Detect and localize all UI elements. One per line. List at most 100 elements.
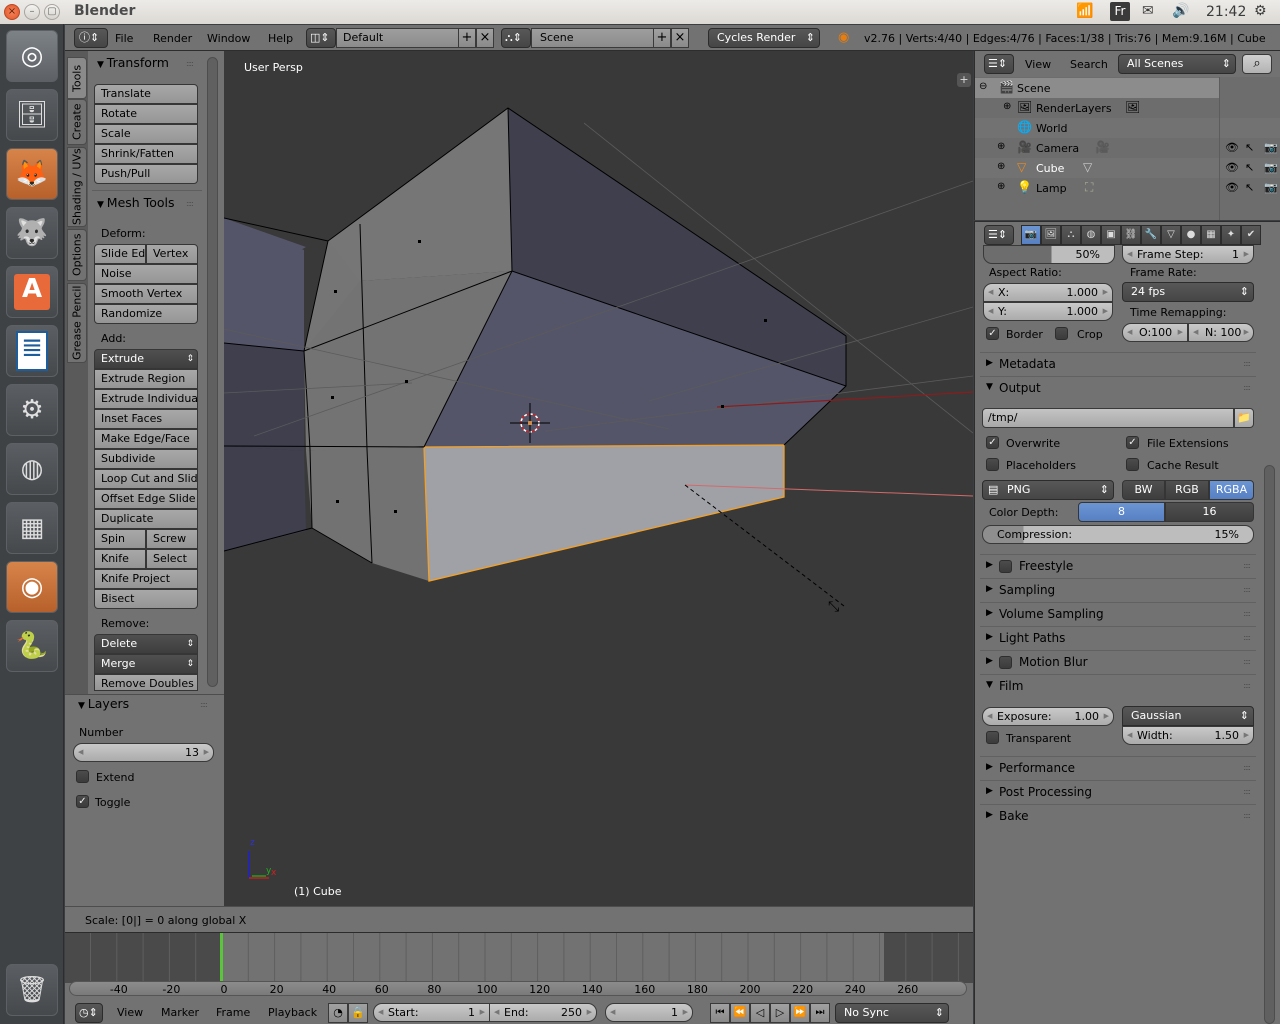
frame-step-field[interactable]: ◀ Frame Step: 1 ▶ <box>1122 245 1254 264</box>
end-frame-field[interactable]: ◀ End: 250 ▶ <box>489 1003 597 1022</box>
outliner-item-label[interactable]: Lamp <box>1036 182 1067 195</box>
extrude-region-button[interactable]: Extrude Region <box>94 369 198 389</box>
outliner-item-label[interactable]: World <box>1036 122 1068 135</box>
exposure-field[interactable]: ◀ Exposure: 1.00 ▶ <box>982 707 1114 726</box>
film-panel-header[interactable]: ▼ Film:::: <box>980 674 1256 698</box>
decrement-arrow-icon[interactable]: ◀ <box>987 708 992 725</box>
launcher-ubuntu-dash[interactable]: ◎ <box>6 30 58 82</box>
panel-drag-grip-icon[interactable]: :::: <box>1243 787 1251 796</box>
freestyle-checkbox[interactable] <box>999 560 1012 573</box>
frame-rate-dropdown[interactable]: 24 fps ⇕ <box>1122 282 1254 302</box>
resolution-percentage-field[interactable]: 50% <box>983 245 1115 264</box>
freestyle-panel-header[interactable]: ▶ Freestyle:::: <box>980 554 1256 578</box>
wifi-icon[interactable]: 📶 <box>1076 3 1093 19</box>
sampling-panel-header[interactable]: ▶ Sampling:::: <box>980 578 1256 602</box>
outliner-item-label[interactable]: RenderLayers <box>1036 102 1112 115</box>
panel-drag-grip-icon[interactable]: :::: <box>1243 763 1251 772</box>
current-frame-indicator[interactable] <box>220 933 223 983</box>
layer-number-field[interactable]: ◀ 13 ▶ <box>73 743 214 762</box>
render-engine-dropdown[interactable]: Cycles Render ⇕ <box>708 28 820 48</box>
outliner-item-label[interactable]: Scene <box>1017 82 1051 95</box>
loop-cut-slide-button[interactable]: Loop Cut and Slide <box>94 469 198 489</box>
file-format-dropdown[interactable]: ▤ PNG ⇕ <box>982 480 1114 500</box>
properties-tab-constraints-icon[interactable]: ⛓ <box>1121 225 1141 245</box>
tab-shading-uvs[interactable]: Shading / UVs <box>67 147 87 227</box>
layers-panel-header[interactable]: ▼ Layers <box>78 696 129 711</box>
viewport-canvas[interactable]: ⤡ <box>224 51 973 906</box>
timeline-menu-marker[interactable]: Marker <box>161 1006 199 1019</box>
increment-arrow-icon[interactable]: ▶ <box>480 1004 485 1021</box>
selectable-cursor-icon[interactable]: ↖ <box>1245 141 1254 154</box>
jump-to-start-button[interactable]: ⏮ <box>710 1003 730 1023</box>
lock-icon[interactable]: 🔒 <box>348 1003 368 1023</box>
decrement-arrow-icon[interactable]: ◀ <box>1127 246 1132 263</box>
mail-icon[interactable]: ✉ <box>1142 3 1154 19</box>
mesh-tools-panel-header[interactable]: ▼ Mesh Tools <box>97 195 174 210</box>
extrude-dropdown[interactable]: Extrude ⇕ <box>94 349 198 369</box>
transform-panel-header[interactable]: ▼ Transform <box>97 55 169 70</box>
launcher-disk[interactable]: ◍ <box>6 443 58 495</box>
tab-create[interactable]: Create <box>67 99 87 145</box>
push-pull-button[interactable]: Push/Pull <box>94 164 198 184</box>
launcher-writer[interactable]: ≣ <box>6 325 58 377</box>
light-paths-panel-header[interactable]: ▶ Light Paths:::: <box>980 626 1256 650</box>
menu-render[interactable]: Render <box>153 32 192 45</box>
panel-drag-grip-icon[interactable]: :::: <box>1243 609 1251 618</box>
delete-screen-button[interactable]: × <box>476 28 494 48</box>
timeline-editor[interactable]: -40 -20 0 20 40 60 80 100 120 140 160 180 200 220 240 2… <box>63 932 973 1024</box>
browse-folder-icon[interactable]: 📁 <box>1234 408 1254 428</box>
duplicate-button[interactable]: Duplicate <box>94 509 198 529</box>
panel-drag-grip-icon[interactable]: :::: <box>1243 561 1251 570</box>
start-frame-field[interactable]: ◀ Start: 1 ▶ <box>373 1003 490 1022</box>
renderable-camera-icon[interactable]: 📷 <box>1264 161 1278 174</box>
menu-file[interactable]: File <box>115 32 133 45</box>
color-depth-16-button[interactable]: 16 <box>1165 502 1254 522</box>
timeline-menu-view[interactable]: View <box>117 1006 143 1019</box>
outliner-search-icon[interactable]: ⌕ <box>1242 54 1272 74</box>
jump-to-keyframe-back-button[interactable]: ⏪ <box>730 1003 750 1023</box>
smooth-vertex-button[interactable]: Smooth Vertex <box>94 284 198 304</box>
remove-doubles-button[interactable]: Remove Doubles <box>94 674 198 691</box>
panel-drag-grip-icon[interactable]: :::: <box>186 59 194 68</box>
properties-tab-texture-icon[interactable]: ▦ <box>1201 225 1221 245</box>
visibility-eye-icon[interactable]: 👁 <box>1225 141 1239 154</box>
decrement-arrow-icon[interactable]: ◀ <box>1127 727 1132 744</box>
visibility-eye-icon[interactable]: 👁 <box>1225 181 1239 194</box>
outliner-editor-type[interactable]: ☰⇕ <box>984 54 1014 74</box>
launcher-calculator[interactable]: ▦ <box>6 502 58 554</box>
3d-viewport[interactable]: ⤡ User Persp z y x (1) Cube + <box>224 51 973 906</box>
time-remap-old-field[interactable]: ◀ O:100 ▶ <box>1122 323 1188 342</box>
rotate-button[interactable]: Rotate <box>94 104 198 124</box>
outliner-display-mode-dropdown[interactable]: All Scenes ⇕ <box>1118 54 1236 74</box>
delete-scene-button[interactable]: × <box>671 28 689 48</box>
motion-blur-panel-header[interactable]: ▶ Motion Blur:::: <box>980 650 1256 674</box>
scene-browse[interactable]: ⛬⇕ <box>501 28 531 48</box>
renderable-camera-icon[interactable]: 📷 <box>1264 141 1278 154</box>
panel-drag-grip-icon[interactable]: :::: <box>200 700 208 709</box>
properties-tab-world-icon[interactable]: ◍ <box>1081 225 1101 245</box>
auto-keyframe-icon[interactable]: ◔ <box>328 1003 348 1023</box>
aspect-y-field[interactable]: ◀ Y: 1.000 ▶ <box>983 302 1113 321</box>
increment-arrow-icon[interactable]: ▶ <box>1103 284 1108 301</box>
noise-button[interactable]: Noise <box>94 264 198 284</box>
launcher-blender[interactable]: ◉ <box>6 561 58 613</box>
increment-arrow-icon[interactable]: ▶ <box>1104 708 1109 725</box>
overwrite-checkbox[interactable]: ✓ <box>986 436 999 449</box>
pixel-filter-dropdown[interactable]: Gaussian ⇕ <box>1122 706 1254 726</box>
add-scene-button[interactable]: + <box>653 28 671 48</box>
timeline-track[interactable] <box>63 933 973 983</box>
launcher-software-center[interactable]: A <box>6 266 58 318</box>
volume-icon[interactable]: 🔊 <box>1172 3 1189 19</box>
outliner-row-camera[interactable]: ⊕ 🎥 Camera 🎥 👁 ↖ 📷 <box>975 138 1280 158</box>
increment-arrow-icon[interactable]: ▶ <box>1244 246 1249 263</box>
properties-tab-object-icon[interactable]: ▣ <box>1101 225 1121 245</box>
extrude-individual-button[interactable]: Extrude Individual <box>94 389 198 409</box>
properties-scrollbar[interactable] <box>1264 465 1275 1024</box>
increment-arrow-icon[interactable]: ▶ <box>1244 727 1249 744</box>
decrement-arrow-icon[interactable]: ◀ <box>610 1004 615 1021</box>
panel-drag-grip-icon[interactable]: :::: <box>186 199 194 208</box>
timeline-scrollbar[interactable] <box>69 981 967 996</box>
spin-button[interactable]: Spin <box>94 529 146 549</box>
power-gear-icon[interactable]: ⚙ <box>1254 3 1267 19</box>
aspect-x-field[interactable]: ◀ X: 1.000 ▶ <box>983 283 1113 302</box>
